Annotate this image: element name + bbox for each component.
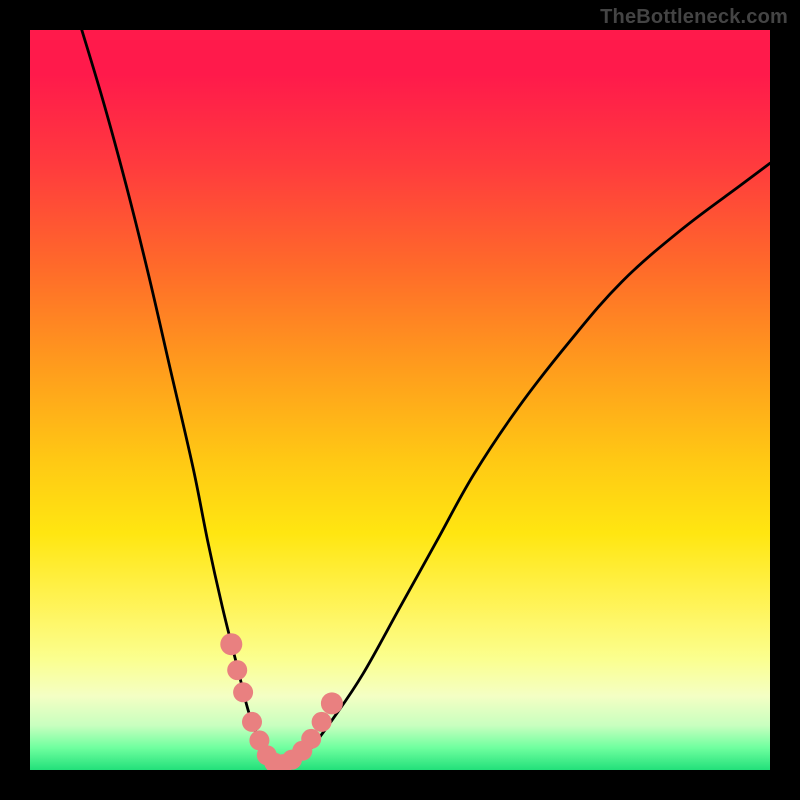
bottleneck-curve — [82, 30, 770, 767]
marker-point — [301, 729, 321, 749]
watermark-text: TheBottleneck.com — [600, 6, 788, 29]
marker-point — [227, 660, 247, 680]
plot-area — [30, 30, 770, 770]
marker-point — [220, 633, 242, 655]
highlighted-markers — [220, 633, 343, 770]
marker-point — [321, 692, 343, 714]
marker-point — [242, 712, 262, 732]
curve-svg — [30, 30, 770, 770]
marker-point — [312, 712, 332, 732]
marker-point — [233, 682, 253, 702]
chart-frame: TheBottleneck.com — [0, 0, 800, 800]
